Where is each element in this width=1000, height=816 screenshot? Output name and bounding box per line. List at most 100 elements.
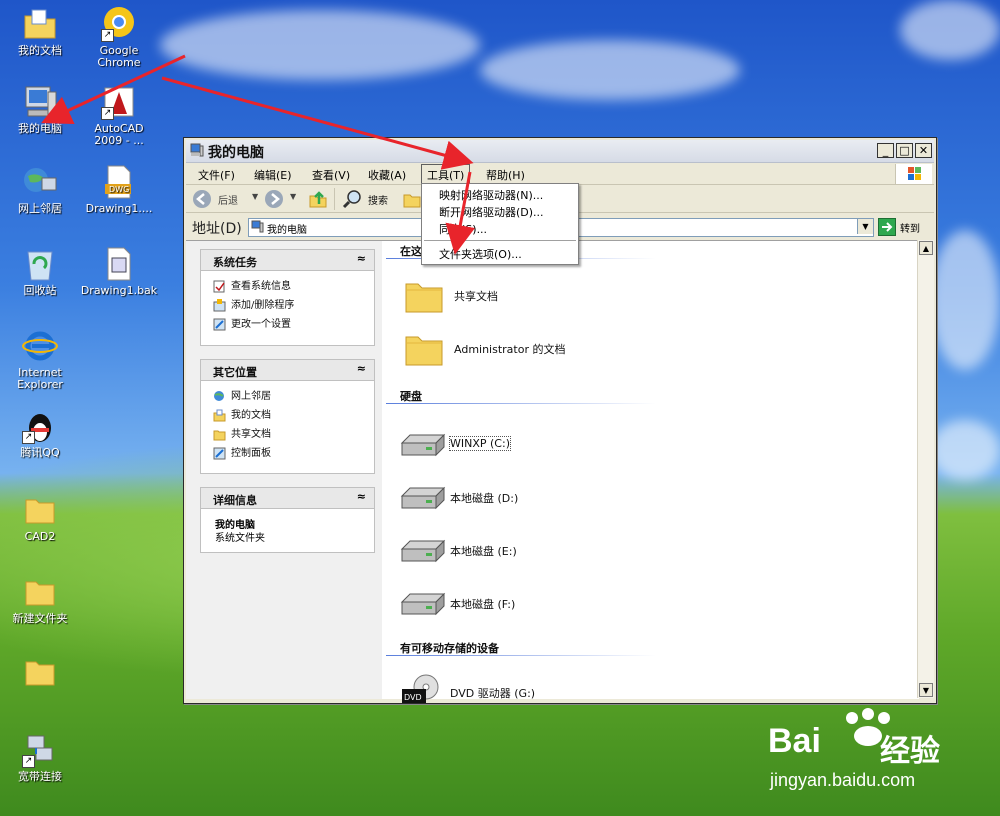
menu-file[interactable]: 文件(F): [194, 167, 239, 183]
desktop-icon-internet-explorer[interactable]: Internet Explorer: [0, 328, 80, 391]
folder-icon: [213, 428, 226, 441]
search-button-label[interactable]: 搜索: [368, 192, 388, 207]
link-view-system-info[interactable]: 查看系统信息: [201, 277, 374, 296]
desktop-icon-label: Drawing1.bak: [80, 284, 158, 297]
section-title: 硬盘: [400, 390, 422, 403]
control-panel-icon: [213, 318, 226, 331]
desktop-icon-new-folder[interactable]: 新建文件夹: [0, 574, 80, 625]
close-button[interactable]: ✕: [915, 143, 932, 158]
scroll-up-icon[interactable]: ▲: [919, 241, 933, 255]
link-label: 控制面板: [231, 448, 271, 459]
collapse-chevron-icon[interactable]: ≈: [357, 490, 366, 503]
shortcut-arrow-icon: ↗: [101, 107, 114, 120]
up-folder-icon[interactable]: [308, 189, 328, 209]
go-arrow-icon[interactable]: [878, 218, 896, 236]
desktop-icon-label: 我的电脑: [18, 122, 62, 135]
my-documents-icon: [22, 6, 58, 42]
desktop-icon-qq[interactable]: ↗ 腾讯QQ: [0, 408, 80, 459]
desktop-icon-folder-unnamed[interactable]: [0, 654, 80, 693]
my-documents-icon: [213, 409, 226, 422]
search-icon[interactable]: [342, 189, 362, 209]
link-change-setting[interactable]: 更改一个设置: [201, 315, 374, 334]
computer-icon: [190, 143, 204, 157]
panel-title: 其它位置: [213, 366, 257, 379]
panel-other-places: 其它位置 ≈ 网上邻居 我的文档 共享文档 控制面板: [200, 359, 375, 474]
link-add-remove-programs[interactable]: 添加/删除程序: [201, 296, 374, 315]
desktop-icon-broadband[interactable]: ↗ 宽带连接: [0, 732, 80, 783]
watermark-brand-cn: 经验: [880, 734, 940, 769]
desktop-icon-autocad[interactable]: ↗ AutoCAD 2009 - ...: [79, 84, 159, 147]
desktop-icon-drawing-dwg[interactable]: DWG Drawing1....: [79, 164, 159, 215]
minimize-button[interactable]: _: [877, 143, 894, 158]
section-header-removable: 有可移动存储的设备: [386, 638, 656, 656]
back-dropdown-icon[interactable]: ▼: [252, 192, 258, 201]
drive-label: 本地磁盘 (D:): [450, 492, 519, 505]
folder-icon: [404, 276, 444, 316]
desktop-icon-label: 我的文档: [18, 44, 62, 57]
forward-dropdown-icon[interactable]: ▼: [290, 192, 296, 201]
menu-help[interactable]: 帮助(H): [482, 167, 529, 183]
desktop-icon-label: 新建文件夹: [12, 612, 68, 625]
address-label: 地址(D): [192, 221, 242, 237]
panel-header[interactable]: 系统任务 ≈: [201, 250, 374, 271]
add-remove-programs-icon: [213, 299, 226, 312]
back-button-label[interactable]: 后退: [218, 192, 238, 207]
desktop-icon-cad2-folder[interactable]: CAD2: [0, 492, 80, 543]
cloud: [900, 0, 1000, 60]
dwg-badge: DWG: [109, 185, 129, 194]
back-arrow-icon[interactable]: [192, 189, 212, 209]
section-title: 在这: [400, 245, 422, 258]
shortcut-arrow-icon: ↗: [101, 29, 114, 42]
folder-icon: [22, 574, 58, 610]
menu-separator: [424, 240, 576, 241]
address-dropdown-icon[interactable]: ▼: [857, 219, 873, 234]
menu-item-folder-options[interactable]: 文件夹选项(O)...: [439, 246, 522, 262]
link-label: 我的文档: [231, 410, 271, 421]
desktop-icon-my-computer[interactable]: 我的电脑: [0, 84, 80, 135]
drive-label: DVD 驱动器 (G:): [450, 687, 536, 700]
link-label: 更改一个设置: [231, 319, 291, 330]
network-globe-icon: [22, 164, 58, 200]
link-control-panel[interactable]: 控制面板: [201, 444, 374, 463]
desktop-icon-network[interactable]: 网上邻居: [0, 164, 80, 215]
menu-edit[interactable]: 编辑(E): [250, 167, 296, 183]
cloud: [160, 10, 480, 80]
bak-file-icon: [101, 246, 137, 282]
menu-item-disconnect-network-drive[interactable]: 断开网络驱动器(D)...: [439, 204, 544, 220]
desktop-icon-drawing-bak[interactable]: Drawing1.bak: [79, 246, 159, 297]
desktop-icon-label: Google Chrome: [97, 44, 141, 69]
panel-title: 系统任务: [213, 256, 257, 269]
panel-header[interactable]: 详细信息 ≈: [201, 488, 374, 509]
vertical-scrollbar[interactable]: ▲ ▼: [917, 240, 934, 698]
detail-title: 我的电脑: [215, 520, 255, 531]
section-header-hard-drives: 硬盘: [386, 386, 656, 404]
panel-header[interactable]: 其它位置 ≈: [201, 360, 374, 381]
menu-item-synchronize[interactable]: 同步(S)...: [439, 221, 487, 237]
link-network-places[interactable]: 网上邻居: [201, 387, 374, 406]
link-my-documents[interactable]: 我的文档: [201, 406, 374, 425]
menu-item-map-network-drive[interactable]: 映射网络驱动器(N)...: [439, 187, 543, 203]
desktop-icon-google-chrome[interactable]: ↗ Google Chrome: [79, 6, 159, 69]
folders-icon[interactable]: [402, 189, 422, 209]
title-bar[interactable]: 我的电脑 _ □ ✕: [186, 140, 934, 163]
recycle-bin-icon: [22, 246, 58, 282]
forward-arrow-icon[interactable]: [264, 189, 284, 209]
watermark-brand: Bai: [768, 722, 821, 760]
collapse-chevron-icon[interactable]: ≈: [357, 252, 366, 265]
menu-favorites[interactable]: 收藏(A): [364, 167, 410, 183]
desktop-icon-label: 宽带连接: [18, 770, 62, 783]
go-button-label[interactable]: 转到: [900, 220, 920, 235]
scroll-down-icon[interactable]: ▼: [919, 683, 933, 697]
menu-view[interactable]: 查看(V): [308, 167, 354, 183]
folder-icon: [404, 329, 444, 369]
shortcut-arrow-icon: ↗: [22, 431, 35, 444]
link-shared-documents[interactable]: 共享文档: [201, 425, 374, 444]
maximize-button[interactable]: □: [896, 143, 913, 158]
cloud: [480, 40, 740, 100]
desktop-icon-recycle-bin[interactable]: 回收站: [0, 246, 80, 297]
computer-icon: [22, 84, 58, 120]
address-value: 我的电脑: [267, 225, 307, 236]
collapse-chevron-icon[interactable]: ≈: [357, 362, 366, 375]
desktop-icon-my-documents[interactable]: 我的文档: [0, 6, 80, 57]
desktop-icon-label: 网上邻居: [18, 202, 62, 215]
